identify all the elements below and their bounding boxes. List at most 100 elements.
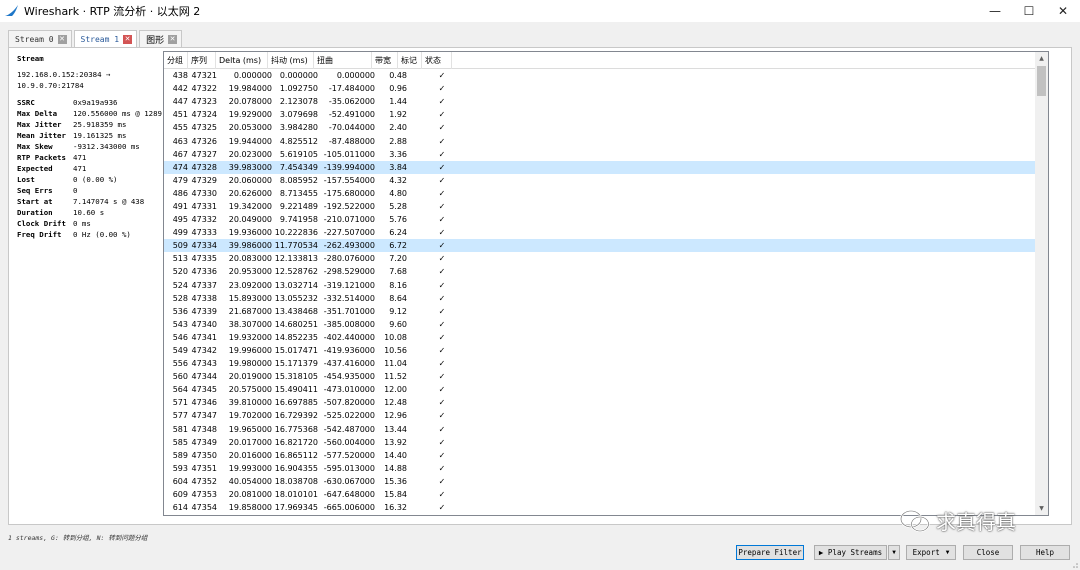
table-row[interactable]: 486 47330 20.626000 8.713455 -175.680000 4.80… <box>164 187 1048 200</box>
jitter-cell: 17.969345 <box>274 503 318 513</box>
delta-cell: 19.342000 <box>228 201 272 211</box>
table-row[interactable]: 513 47335 20.083000 12.133813 -280.076000 7.2… <box>164 252 1048 265</box>
table-row[interactable]: 585 47349 20.017000 16.821720 -560.004000 13.… <box>164 436 1048 449</box>
tab-stream-0[interactable]: Stream 0 ✕ <box>8 30 72 47</box>
column-header-status[interactable]: 状态 <box>422 52 452 69</box>
packet-cell: 528 <box>172 293 188 303</box>
help-button[interactable]: Help <box>1020 545 1070 560</box>
table-row[interactable]: 604 47352 40.054000 18.038708 -630.067000 15.… <box>164 475 1048 488</box>
table-row[interactable]: 528 47338 15.893000 13.055232 -332.514000 8.6… <box>164 292 1048 305</box>
table-row[interactable]: 491 47331 19.342000 9.221489 -192.522000 5.28… <box>164 200 1048 213</box>
maximize-button[interactable]: ☐ <box>1012 0 1046 22</box>
skew-cell: -665.006000 <box>323 503 375 513</box>
skew-cell: -577.520000 <box>323 450 375 460</box>
table-row[interactable]: 455 47325 20.053000 3.984280 -70.044000 2.40 ✓ <box>164 121 1048 134</box>
watermark: 求真得真 <box>899 506 1016 535</box>
table-row[interactable]: 467 47327 20.023000 5.619105 -105.011000 3.36… <box>164 148 1048 161</box>
table-row[interactable]: 474 47328 39.983000 7.454349 -139.994000 3.84… <box>164 160 1048 174</box>
close-icon[interactable]: ✕ <box>168 34 178 44</box>
status-cell: ✓ <box>438 201 446 211</box>
table-row[interactable]: 438 47321 0.000000 0.000000 0.000000 0.48 ✓ <box>164 69 1048 82</box>
stream-destination: 10.9.0.70:21784 <box>17 81 84 90</box>
table-row[interactable]: 524 47337 23.092000 13.032714 -319.121000 8.1… <box>164 279 1048 292</box>
table-row[interactable]: 447 47323 20.078000 2.123078 -35.062000 1.44 ✓ <box>164 95 1048 108</box>
minimize-button[interactable]: — <box>978 0 1012 22</box>
bandwidth-cell: 2.88 <box>389 136 407 146</box>
table-row[interactable]: 549 47342 19.996000 15.017471 -419.936000 10.… <box>164 344 1048 357</box>
skew-cell: -105.011000 <box>323 149 375 159</box>
column-header-skew[interactable]: 扭曲 <box>314 52 372 69</box>
packet-cell: 589 <box>172 450 188 460</box>
table-row[interactable]: 589 47350 20.016000 16.865112 -577.520000 14.… <box>164 449 1048 462</box>
skew-cell: -262.493000 <box>323 241 375 251</box>
column-header-marker[interactable]: 标记 <box>398 52 422 69</box>
prepare-filter-button[interactable]: Prepare Filter <box>736 545 804 560</box>
resize-grip-icon[interactable] <box>1070 560 1078 568</box>
tab-stream-1[interactable]: Stream 1 ✕ <box>73 30 138 48</box>
skew-cell: -175.680000 <box>323 188 375 198</box>
table-row[interactable]: 499 47333 19.936000 10.222836 -227.507000 6.2… <box>164 226 1048 239</box>
table-row[interactable]: 609 47353 20.081000 18.010101 -647.648000 15.… <box>164 488 1048 501</box>
sequence-cell: 47338 <box>191 293 217 303</box>
wireshark-fin-icon <box>4 3 20 19</box>
table-row[interactable]: 571 47346 39.810000 16.697885 -507.820000 12.… <box>164 396 1048 409</box>
stream-info-panel: Stream 192.168.0.152:20384 → 10.9.0.70:2… <box>17 54 167 240</box>
stat-row: Expected 471 <box>17 163 167 174</box>
scrollbar-thumb[interactable] <box>1037 66 1046 96</box>
bandwidth-cell: 1.92 <box>389 110 407 120</box>
help-label: Help <box>1035 548 1055 557</box>
packet-cell: 467 <box>172 149 188 159</box>
close-icon[interactable]: ✕ <box>57 34 67 44</box>
column-header-sequence[interactable]: 序列 <box>188 52 216 69</box>
play-streams-dropdown[interactable]: ▼ <box>888 545 900 560</box>
bandwidth-cell: 1.44 <box>389 97 407 107</box>
table-row[interactable]: 543 47340 38.307000 14.680251 -385.008000 9.6… <box>164 318 1048 331</box>
status-cell: ✓ <box>438 385 446 395</box>
sequence-cell: 47353 <box>191 490 217 500</box>
table-row[interactable]: 509 47334 39.986000 11.770534 -262.493000 6.7… <box>164 239 1048 253</box>
tab-graph[interactable]: 图形 ✕ <box>139 30 183 47</box>
status-cell: ✓ <box>438 411 446 421</box>
table-row[interactable]: 520 47336 20.953000 12.528762 -298.529000 7.6… <box>164 265 1048 278</box>
stat-row: Start at 7.147074 s @ 438 <box>17 196 167 207</box>
table-row[interactable]: 593 47351 19.993000 16.904355 -595.013000 14.… <box>164 462 1048 475</box>
export-button[interactable]: Export ▼ <box>906 545 956 560</box>
play-streams-button[interactable]: ▶ Play Streams <box>814 545 887 560</box>
table-row[interactable]: 560 47344 20.019000 15.318105 -454.935000 11.… <box>164 370 1048 383</box>
table-row[interactable]: 577 47347 19.702000 16.729392 -525.022000 12.… <box>164 409 1048 422</box>
column-header-delta[interactable]: Delta (ms) <box>216 52 268 69</box>
status-cell: ✓ <box>438 319 446 329</box>
delta-cell: 39.986000 <box>228 241 272 251</box>
table-row[interactable]: 564 47345 20.575000 15.490411 -473.010000 12.… <box>164 383 1048 396</box>
delta-cell: 15.893000 <box>228 293 272 303</box>
packet-cell: 447 <box>172 97 188 107</box>
close-window-button[interactable]: ✕ <box>1046 0 1080 22</box>
table-row[interactable]: 581 47348 19.965000 16.775368 -542.487000 13.… <box>164 423 1048 436</box>
table-row[interactable]: 546 47341 19.932000 14.852235 -402.440000 10.… <box>164 331 1048 344</box>
bandwidth-cell: 15.36 <box>384 476 407 486</box>
close-button[interactable]: Close <box>963 545 1013 560</box>
table-row[interactable]: 442 47322 19.984000 1.092750 -17.484000 0.96 ✓ <box>164 82 1048 95</box>
table-row[interactable]: 463 47326 19.944000 4.825512 -87.488000 2.88 ✓ <box>164 134 1048 147</box>
scroll-down-icon[interactable]: ▼ <box>1035 502 1048 515</box>
column-header-jitter[interactable]: 抖动 (ms) <box>268 52 314 69</box>
jitter-cell: 15.490411 <box>274 385 318 395</box>
status-bar: 1 streams, G: 转到分组, N: 转到问题分组 <box>8 534 148 542</box>
scroll-up-icon[interactable]: ▲ <box>1035 52 1048 65</box>
close-label: Close <box>976 548 1000 557</box>
table-row[interactable]: 451 47324 19.929000 3.079698 -52.491000 1.92 ✓ <box>164 108 1048 121</box>
stat-row: Duration 10.60 s <box>17 207 167 218</box>
packet-cell: 479 <box>172 175 188 185</box>
column-header-bandwidth[interactable]: 带宽 <box>372 52 398 69</box>
table-row[interactable]: 479 47329 20.060000 8.085952 -157.554000 4.32… <box>164 174 1048 187</box>
skew-cell: -560.004000 <box>323 437 375 447</box>
status-cell: ✓ <box>438 149 446 159</box>
close-icon[interactable]: ✕ <box>123 35 133 44</box>
bandwidth-cell: 8.64 <box>389 293 407 303</box>
table-row[interactable]: 556 47343 19.980000 15.171379 -437.416000 11.… <box>164 357 1048 370</box>
stat-value: 0 Hz (0.00 %) <box>73 230 131 239</box>
rtp-packet-table[interactable]: 分组 序列 Delta (ms) 抖动 (ms) 扭曲 带宽 标记 状态 ^ 4… <box>163 51 1049 516</box>
table-row[interactable]: 536 47339 21.687000 13.438468 -351.701000 9.1… <box>164 305 1048 318</box>
table-row[interactable]: 495 47332 20.049000 9.741958 -210.071000 5.76… <box>164 213 1048 226</box>
vertical-scrollbar[interactable]: ▲ ▼ <box>1035 52 1048 515</box>
